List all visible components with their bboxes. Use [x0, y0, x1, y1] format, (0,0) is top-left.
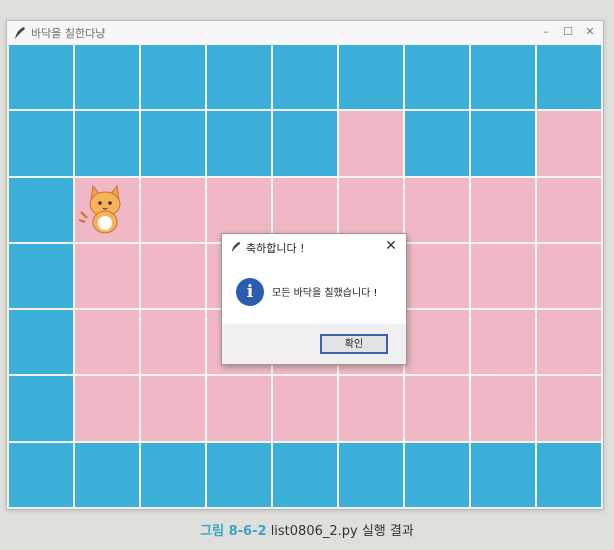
- floor-tile: [537, 310, 601, 375]
- floor-tile: [471, 310, 535, 375]
- floor-tile: [405, 376, 469, 441]
- wall-tile: [9, 310, 73, 375]
- floor-tile: [471, 177, 535, 242]
- wall-tile: [141, 442, 205, 507]
- floor-tile: [75, 243, 139, 309]
- message-dialog: 축하합니다 ! ✕ i 모든 바닥을 칠했습니다 ! 확인: [221, 233, 407, 365]
- wall-tile: [273, 442, 337, 507]
- cat-icon: [79, 184, 121, 234]
- wall-tile: [9, 111, 73, 176]
- wall-tile: [471, 45, 535, 110]
- floor-tile: [405, 177, 469, 242]
- wall-tile: [9, 45, 73, 110]
- wall-tile: [207, 45, 271, 110]
- wall-tile: [9, 243, 73, 309]
- wall-tile: [75, 111, 139, 176]
- floor-tile: [339, 111, 403, 176]
- floor-tile: [471, 376, 535, 441]
- wall-tile: [9, 376, 73, 441]
- dialog-title: 축하합니다 !: [246, 242, 305, 255]
- wall-tile: [405, 442, 469, 507]
- maximize-button[interactable]: ☐: [559, 24, 577, 40]
- figure-caption-text: list0806_2.py 실행 결과: [270, 524, 414, 539]
- floor-tile: [141, 177, 205, 242]
- wall-tile: [339, 45, 403, 110]
- wall-tile: [9, 442, 73, 507]
- close-button[interactable]: ✕: [581, 24, 599, 40]
- floor-tile: [75, 376, 139, 441]
- wall-tile: [273, 111, 337, 176]
- wall-tile: [339, 442, 403, 507]
- wall-tile: [537, 45, 601, 110]
- floor-tile: [75, 310, 139, 375]
- wall-tile: [9, 177, 73, 242]
- floor-tile: [75, 177, 139, 242]
- floor-tile: [273, 376, 337, 441]
- floor-tile: [537, 376, 601, 441]
- wall-tile: [141, 111, 205, 176]
- figure-caption: 그림 8-6-2 list0806_2.py 실행 결과: [0, 520, 614, 539]
- wall-tile: [405, 45, 469, 110]
- feather-icon: [15, 27, 25, 39]
- dialog-title-bar[interactable]: 축하합니다 ! ✕: [222, 234, 406, 260]
- floor-tile: [537, 177, 601, 242]
- title-bar[interactable]: 바닥을 칠한다냥 – ☐ ✕: [7, 21, 603, 45]
- floor-tile: [405, 243, 469, 309]
- floor-tile: [141, 243, 205, 309]
- floor-tile: [141, 376, 205, 441]
- window-title: 바닥을 칠한다냥: [31, 27, 106, 40]
- wall-tile: [75, 442, 139, 507]
- wall-tile: [75, 45, 139, 110]
- floor-tile: [405, 310, 469, 375]
- minimize-button[interactable]: –: [537, 24, 555, 40]
- dialog-body: i 모든 바닥을 칠했습니다 !: [222, 260, 406, 324]
- wall-tile: [471, 111, 535, 176]
- feather-icon: [231, 241, 241, 253]
- wall-tile: [207, 442, 271, 507]
- ok-button[interactable]: 확인: [320, 334, 388, 354]
- wall-tile: [471, 442, 535, 507]
- figure-number: 그림 8-6-2: [200, 524, 267, 539]
- wall-tile: [537, 442, 601, 507]
- wall-tile: [405, 111, 469, 176]
- dialog-close-button[interactable]: ✕: [382, 237, 400, 255]
- floor-tile: [537, 243, 601, 309]
- game-window: 바닥을 칠한다냥 – ☐ ✕ 축하합니다 ! ✕ i 모든 바닥을 칠했습니다 …: [6, 20, 604, 510]
- floor-tile: [207, 376, 271, 441]
- floor-tile: [471, 243, 535, 309]
- floor-tile: [537, 111, 601, 176]
- floor-tile: [141, 310, 205, 375]
- floor-tile: [339, 376, 403, 441]
- wall-tile: [141, 45, 205, 110]
- wall-tile: [273, 45, 337, 110]
- wall-tile: [207, 111, 271, 176]
- info-icon: i: [236, 278, 264, 306]
- dialog-message: 모든 바닥을 칠했습니다 !: [272, 288, 378, 299]
